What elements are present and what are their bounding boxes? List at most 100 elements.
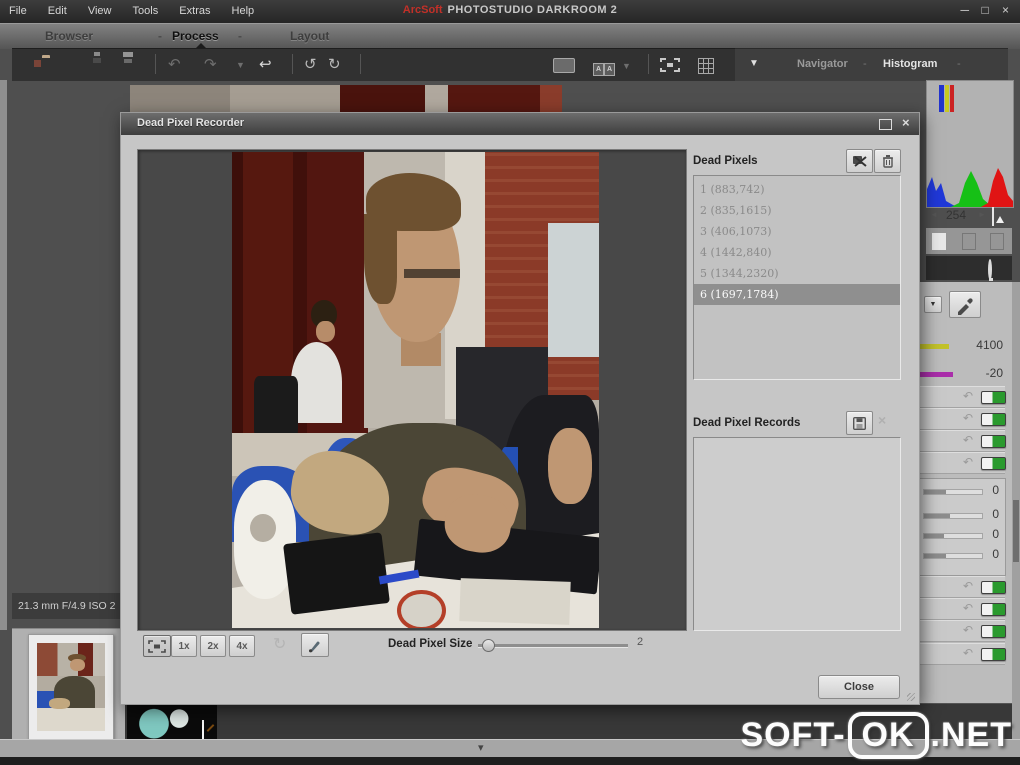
- dead-pixels-list[interactable]: 1 (883,742) 2 (835,1615) 3 (406,1073) 4 …: [693, 175, 901, 380]
- export-settings-icon[interactable]: [990, 233, 1004, 250]
- level-next-icon[interactable]: ►: [978, 210, 986, 219]
- histogram-spike-yellow: [945, 85, 949, 112]
- menu-tools[interactable]: Tools: [124, 0, 168, 17]
- level-prev-icon[interactable]: ◄: [930, 210, 938, 219]
- dead-pixel-records-label: Dead Pixel Records: [693, 417, 800, 429]
- dead-pixel-item[interactable]: 5 (1344,2320): [694, 263, 900, 284]
- dead-pixel-size-slider[interactable]: [478, 644, 628, 648]
- export-file-icon[interactable]: [932, 233, 946, 250]
- export-batch-icon[interactable]: [962, 233, 976, 250]
- adjust-row: ↶: [919, 620, 1005, 642]
- undo-icon[interactable]: ↶: [168, 57, 181, 72]
- zoom-2x-button[interactable]: 2x: [200, 635, 226, 657]
- collapse-filmstrip-icon[interactable]: ▾: [478, 741, 484, 754]
- clipping-warning-icon[interactable]: [992, 207, 994, 226]
- reset-icon[interactable]: ↶: [963, 456, 973, 468]
- minimize-icon[interactable]: ─: [956, 3, 973, 17]
- history-dropdown-icon[interactable]: ▼: [236, 58, 245, 73]
- resize-grip[interactable]: [907, 693, 915, 701]
- remove-dead-pixel-button[interactable]: [846, 149, 873, 173]
- reset-icon[interactable]: ↶: [963, 434, 973, 446]
- watermark-left: SOFT-: [740, 716, 845, 754]
- redo-icon[interactable]: ↷: [204, 57, 217, 72]
- enable-toggle[interactable]: [981, 391, 1006, 404]
- single-view-icon[interactable]: [553, 58, 575, 73]
- dead-pixels-label: Dead Pixels: [693, 155, 758, 167]
- dead-pixel-item[interactable]: 2 (835,1615): [694, 200, 900, 221]
- reset-icon[interactable]: ↶: [963, 602, 973, 614]
- menu-file[interactable]: File: [0, 0, 36, 17]
- menu-help[interactable]: Help: [223, 0, 264, 17]
- view-dropdown-icon[interactable]: ▼: [622, 59, 631, 74]
- selected-thumbnail-frame[interactable]: [28, 634, 114, 740]
- preview-area: [137, 149, 687, 631]
- detail-slider[interactable]: [923, 513, 983, 519]
- dialog-close-icon[interactable]: ×: [902, 115, 910, 130]
- photo-preview[interactable]: [232, 152, 599, 628]
- enable-toggle[interactable]: [981, 457, 1006, 470]
- wb-preset-dropdown[interactable]: ▼: [924, 296, 942, 313]
- dialog-titlebar[interactable]: Dead Pixel Recorder ×: [121, 113, 919, 135]
- detail-slider[interactable]: [923, 533, 983, 539]
- zoom-fit-button[interactable]: [143, 635, 171, 657]
- menu-view[interactable]: View: [79, 0, 121, 17]
- detail-slider[interactable]: [923, 553, 983, 559]
- tab-browser[interactable]: Browser: [45, 29, 93, 43]
- module-tabbar: Browser - Process - Layout: [0, 23, 1020, 49]
- reset-icon[interactable]: ↶: [963, 624, 973, 636]
- compare-view-icon[interactable]: AA: [593, 58, 615, 76]
- enable-toggle[interactable]: [981, 648, 1006, 661]
- tint-value: -20: [959, 366, 1003, 380]
- scrollbar-thumb[interactable]: [1013, 500, 1019, 562]
- dialog-title: Dead Pixel Recorder: [137, 117, 244, 129]
- revert-icon[interactable]: ↩: [259, 57, 272, 72]
- rotate-left-icon[interactable]: ↺: [304, 57, 317, 72]
- temperature-slider[interactable]: [919, 344, 949, 349]
- enable-toggle[interactable]: [981, 435, 1006, 448]
- reset-icon[interactable]: ↶: [963, 390, 973, 402]
- tab-layout[interactable]: Layout: [290, 29, 329, 43]
- clear-all-dead-pixels-button[interactable]: [874, 149, 901, 173]
- enable-toggle[interactable]: [981, 581, 1006, 594]
- dead-pixel-records-list[interactable]: [693, 437, 901, 631]
- detail-slider[interactable]: [923, 489, 983, 495]
- dead-pixel-item[interactable]: 3 (406,1073): [694, 221, 900, 242]
- menu-edit[interactable]: Edit: [39, 0, 76, 17]
- dead-pixel-recorder-dialog: Dead Pixel Recorder ×: [120, 112, 920, 705]
- collapse-panel-icon[interactable]: ▼: [749, 58, 759, 69]
- dead-pixel-item[interactable]: 4 (1442,840): [694, 242, 900, 263]
- enable-toggle[interactable]: [981, 413, 1006, 426]
- save-record-button[interactable]: [846, 411, 873, 435]
- temperature-value: 4100: [959, 338, 1003, 352]
- enable-toggle[interactable]: [981, 625, 1006, 638]
- grid-view-icon[interactable]: [698, 58, 714, 74]
- close-icon[interactable]: ×: [997, 3, 1014, 17]
- reset-icon[interactable]: ↶: [963, 580, 973, 592]
- panel-scrollbar[interactable]: [1012, 282, 1020, 742]
- maximize-icon[interactable]: □: [977, 3, 994, 17]
- close-button[interactable]: Close: [818, 675, 900, 699]
- reset-icon[interactable]: ↶: [963, 412, 973, 424]
- zoom-1x-button[interactable]: 1x: [171, 635, 197, 657]
- slider-thumb[interactable]: [482, 639, 495, 652]
- tab-histogram[interactable]: Histogram: [883, 58, 937, 70]
- settings-gear-icon[interactable]: [988, 259, 992, 280]
- white-balance-eyedropper[interactable]: [949, 291, 981, 318]
- fullscreen-icon[interactable]: [660, 58, 680, 77]
- brush-icon: [307, 637, 323, 653]
- menu-extras[interactable]: Extras: [170, 0, 219, 17]
- dialog-restore-icon[interactable]: [879, 119, 892, 130]
- dead-pixel-item[interactable]: 1 (883,742): [694, 179, 900, 200]
- mark-pixel-brush-button[interactable]: [301, 633, 329, 657]
- tab-process[interactable]: Process: [172, 29, 219, 43]
- selected-thumbnail-image[interactable]: [37, 643, 105, 731]
- enable-toggle[interactable]: [981, 603, 1006, 616]
- zoom-4x-button[interactable]: 4x: [229, 635, 255, 657]
- tab-navigator[interactable]: Navigator: [797, 58, 848, 70]
- tint-slider[interactable]: [919, 372, 953, 377]
- reset-icon[interactable]: ↶: [963, 647, 973, 659]
- delete-record-icon: ×: [878, 412, 886, 428]
- dead-pixel-item-selected[interactable]: 6 (1697,1784): [694, 284, 900, 305]
- rotate-right-icon[interactable]: ↻: [328, 57, 341, 72]
- histogram-panel: [926, 80, 1014, 208]
